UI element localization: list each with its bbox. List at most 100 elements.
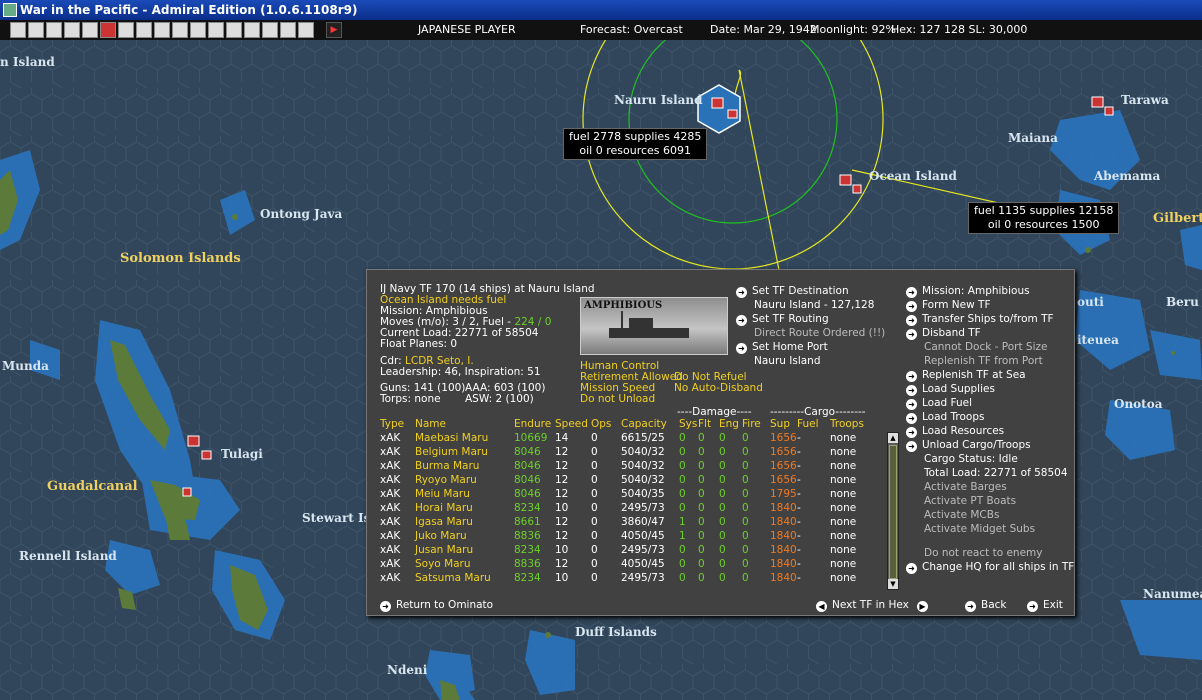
next-tf-button[interactable]: ◀ Next TF in Hex ▶: [816, 599, 933, 612]
col-header-endure[interactable]: Endure: [514, 418, 551, 430]
map-label-beru: Beru: [1166, 295, 1199, 309]
cell-sys: 1: [679, 530, 686, 542]
set-destination-button[interactable]: ➜ Set TF Destination: [736, 285, 849, 298]
set-routing-button[interactable]: ➜ Set TF Routing: [736, 313, 829, 326]
tf-icon[interactable]: [244, 22, 260, 38]
cell-fire: 0: [742, 488, 749, 500]
action-load-resources[interactable]: ➜ Load Resources: [906, 425, 1004, 438]
set-home-port-button[interactable]: ➜ Set Home Port: [736, 341, 828, 354]
tf-unload[interactable]: Do not Unload: [580, 393, 655, 405]
cell-fuel: -: [797, 502, 801, 514]
table-row[interactable]: xAK Belgium Maru 8046 12 0 5040/32 0 0 0 0 1656- no…: [380, 446, 880, 460]
info-icon[interactable]: [82, 22, 98, 38]
arrow-right-icon: ➜: [736, 287, 747, 298]
cell-sys: 1: [679, 516, 686, 528]
map-label-gilbert: Gilbert: [1153, 211, 1202, 226]
cloud-icon[interactable]: [298, 22, 314, 38]
cell-flt: 0: [698, 530, 705, 542]
action-unload[interactable]: ➜ Unload Cargo/Troops: [906, 439, 1031, 452]
cell-speed: 10: [555, 502, 569, 514]
col-header-flt[interactable]: Flt: [698, 418, 711, 430]
action-load-supplies[interactable]: ➜ Load Supplies: [906, 383, 995, 396]
action-no-react: Do not react to enemy: [924, 547, 1043, 559]
off-icon[interactable]: [280, 22, 296, 38]
table-row[interactable]: xAK Meiu Maru 8046 12 0 5040/35 0 0 0 0 1795- none: [380, 488, 880, 502]
fleet-icon[interactable]: [226, 22, 242, 38]
table-row[interactable]: xAK Burma Maru 8046 12 0 5040/32 0 0 0 0 1656- none: [380, 460, 880, 474]
group-icon[interactable]: [64, 22, 80, 38]
map-label-ocean: Ocean Island: [869, 169, 957, 183]
cell-name[interactable]: Ryoyo Maru: [415, 474, 477, 486]
cell-fire: 0: [742, 530, 749, 542]
scroll-up-icon[interactable]: ▲: [888, 433, 898, 443]
flag-icon[interactable]: [154, 22, 170, 38]
home-port-value: Nauru Island: [754, 355, 821, 367]
table-row[interactable]: xAK Satsuma Maru 8234 10 0 2495/73 0 0 0 0 1840- no…: [380, 572, 880, 586]
cell-name[interactable]: Meiu Maru: [415, 488, 470, 500]
cell-eng: 0: [719, 544, 726, 556]
action-transfer[interactable]: ➜ Transfer Ships to/from TF: [906, 313, 1054, 326]
table-row[interactable]: xAK Soyo Maru 8836 12 0 4050/45 0 0 0 0 1840- none: [380, 558, 880, 572]
action-mission[interactable]: ➜ Mission: Amphibious: [906, 285, 1030, 298]
tf-disband[interactable]: No Auto-Disband: [674, 382, 763, 394]
arrow-right-icon: ➜: [906, 315, 917, 326]
col-header-name[interactable]: Name: [415, 418, 446, 430]
action-form-tf[interactable]: ➜ Form New TF: [906, 299, 990, 312]
fighter-icon[interactable]: [136, 22, 152, 38]
cell-type: xAK: [380, 446, 401, 458]
land-icon[interactable]: [208, 22, 224, 38]
scroll-thumb[interactable]: [889, 445, 897, 579]
scroll-down-icon[interactable]: ▼: [888, 579, 898, 589]
japan-flag-icon[interactable]: [100, 22, 116, 38]
base-icon[interactable]: [46, 22, 62, 38]
table-row[interactable]: xAK Horai Maru 8234 10 0 2495/73 0 0 0 0 1840- none: [380, 502, 880, 516]
cell-name[interactable]: Jusan Maru: [415, 544, 473, 556]
cell-name[interactable]: Maebasi Maru: [415, 432, 488, 444]
air-icon[interactable]: [262, 22, 278, 38]
col-header-capacity[interactable]: Capacity: [621, 418, 667, 430]
col-header-eng[interactable]: Eng: [719, 418, 739, 430]
list-icon[interactable]: [28, 22, 44, 38]
action-disband[interactable]: ➜ Disband TF: [906, 327, 981, 340]
map-icon[interactable]: [10, 22, 26, 38]
cell-name[interactable]: Belgium Maru: [415, 446, 488, 458]
table-row[interactable]: xAK Maebasi Maru 10669 14 0 6615/25 0 0 0 0 1656- n…: [380, 432, 880, 446]
table-scrollbar[interactable]: ▲ ▼: [887, 432, 899, 590]
cell-sup: 1840: [770, 502, 797, 514]
col-header-troops[interactable]: Troops: [830, 418, 864, 430]
ship-icon[interactable]: [172, 22, 188, 38]
col-header-ops[interactable]: Ops: [591, 418, 611, 430]
plane-icon[interactable]: [118, 22, 134, 38]
cell-name[interactable]: Horai Maru: [415, 502, 473, 514]
action-replenish-sea[interactable]: ➜ Replenish TF at Sea: [906, 369, 1026, 382]
cell-endure: 8046: [514, 474, 541, 486]
exit-button[interactable]: ➜ Exit: [1027, 599, 1063, 612]
cell-ops: 0: [591, 460, 598, 472]
cell-name[interactable]: Satsuma Maru: [415, 572, 491, 584]
table-row[interactable]: xAK Jusan Maru 8234 10 0 2495/73 0 0 0 0 1840- none: [380, 544, 880, 558]
action-change-hq[interactable]: ➜ Change HQ for all ships in TF: [906, 561, 1074, 574]
cell-name[interactable]: Soyo Maru: [415, 558, 471, 570]
return-button[interactable]: ➜ Return to Ominato: [380, 599, 493, 612]
table-row[interactable]: xAK Ryoyo Maru 8046 12 0 5040/32 0 0 0 0 1656- none: [380, 474, 880, 488]
col-header-sys[interactable]: Sys: [679, 418, 697, 430]
cell-ops: 0: [591, 446, 598, 458]
action-load-troops[interactable]: ➜ Load Troops: [906, 411, 984, 424]
table-row[interactable]: xAK Igasa Maru 8661 12 0 3860/47 1 0 0 0 1840- none: [380, 516, 880, 530]
arrow-right-icon: ➜: [906, 287, 917, 298]
cell-name[interactable]: Juko Maru: [415, 530, 467, 542]
col-header-fuel[interactable]: Fuel: [797, 418, 819, 430]
sub-icon[interactable]: [190, 22, 206, 38]
cell-name[interactable]: Burma Maru: [415, 460, 479, 472]
cell-eng: 0: [719, 516, 726, 528]
back-button[interactable]: ➜ Back: [965, 599, 1007, 612]
col-header-sup[interactable]: Sup: [770, 418, 790, 430]
table-row[interactable]: xAK Juko Maru 8836 12 0 4050/45 1 0 0 0 1840- none: [380, 530, 880, 544]
col-header-type[interactable]: Type: [380, 418, 404, 430]
col-header-speed[interactable]: Speed: [555, 418, 588, 430]
col-header-fire[interactable]: Fire: [742, 418, 761, 430]
action-load-fuel[interactable]: ➜ Load Fuel: [906, 397, 972, 410]
cell-ops: 0: [591, 558, 598, 570]
cell-name[interactable]: Igasa Maru: [415, 516, 473, 528]
end-turn-icon[interactable]: ▶: [326, 22, 342, 38]
